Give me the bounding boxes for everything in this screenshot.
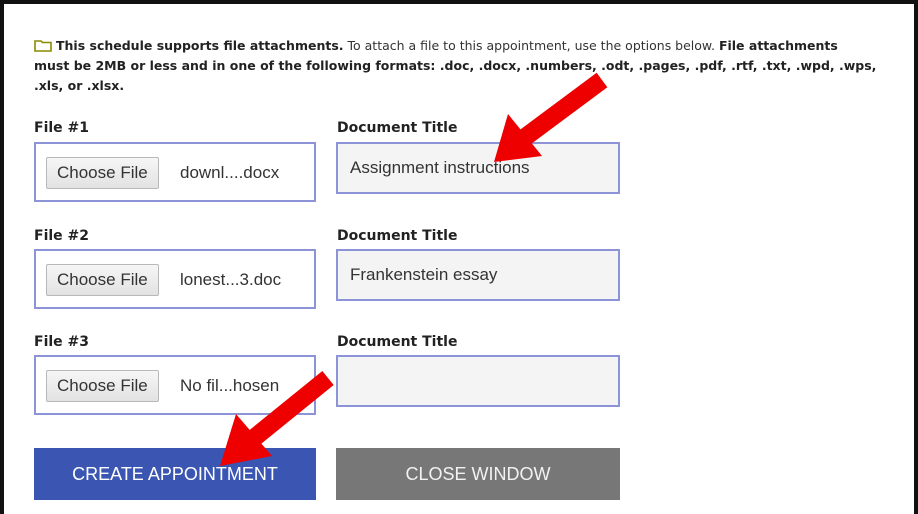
document-title-2-input[interactable]: Frankenstein essay — [336, 249, 620, 301]
document-title-1-input[interactable]: Assignment instructions — [336, 142, 620, 194]
file-3-input[interactable]: Choose File No fil...hosen — [34, 355, 316, 415]
document-title-1-label: Document Title — [337, 120, 458, 136]
create-appointment-button[interactable]: CREATE APPOINTMENT — [34, 448, 316, 500]
notice-bold-line2: must be 2MB or less and in one of the fo… — [34, 58, 877, 73]
file-2-name: lonest...3.doc — [180, 270, 282, 289]
file-3-label: File #3 — [34, 334, 90, 350]
folder-icon — [34, 40, 52, 52]
choose-file-1-button[interactable]: Choose File — [46, 157, 159, 189]
attachment-notice: This schedule supports file attachments.… — [34, 36, 914, 96]
document-title-3-input[interactable] — [336, 355, 620, 407]
file-3-name: No fil...hosen — [180, 376, 280, 395]
notice-bold-intro: This schedule supports file attachments. — [56, 38, 344, 53]
file-1-input[interactable]: Choose File downl....docx — [34, 142, 316, 202]
file-2-input[interactable]: Choose File lonest...3.doc — [34, 249, 316, 309]
file-2-label: File #2 — [34, 228, 90, 244]
notice-bold-line1: File attachments — [718, 38, 838, 53]
choose-file-2-button[interactable]: Choose File — [46, 264, 159, 296]
choose-file-3-button[interactable]: Choose File — [46, 370, 159, 402]
document-title-2-label: Document Title — [337, 228, 458, 244]
notice-bold-line3: .xls, or .xlsx. — [34, 78, 125, 93]
document-title-3-label: Document Title — [337, 334, 458, 350]
file-1-label: File #1 — [34, 120, 90, 136]
close-window-button[interactable]: CLOSE WINDOW — [336, 448, 620, 500]
notice-text: To attach a file to this appointment, us… — [343, 38, 719, 53]
file-1-name: downl....docx — [180, 163, 280, 182]
